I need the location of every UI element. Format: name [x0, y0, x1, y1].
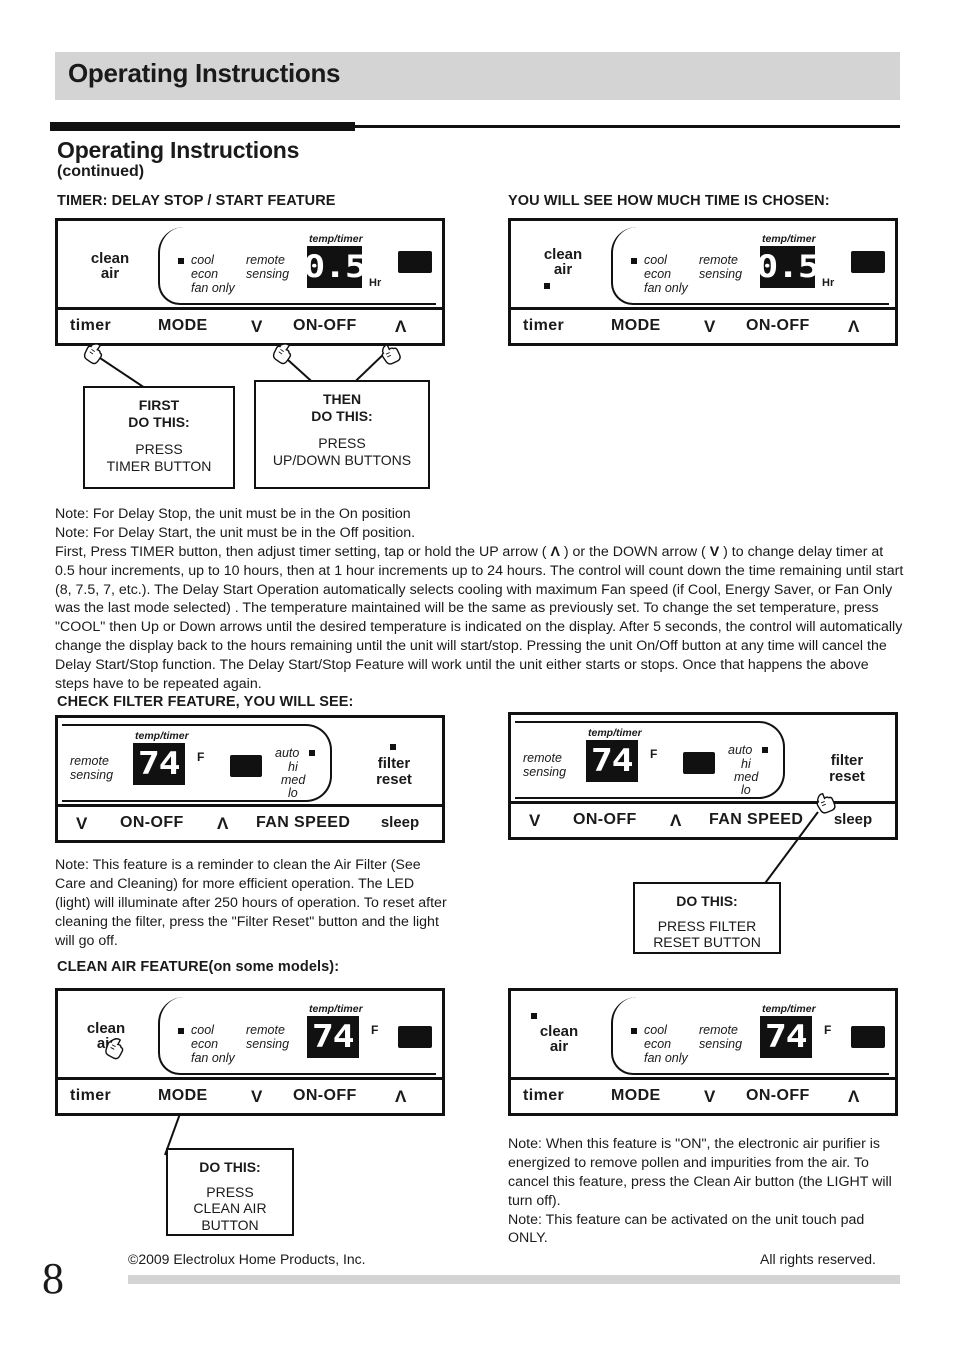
callout-cleanair-body-line2: CLEAN AIR: [193, 1200, 267, 1217]
label-remote: remote: [699, 1023, 738, 1037]
mode-indicator-dot: [631, 1028, 637, 1034]
clean-air-indicator-dot: [531, 1013, 537, 1019]
label-f: F: [824, 1023, 832, 1037]
button-mode[interactable]: MODE: [158, 1087, 208, 1105]
label-sensing: sensing: [246, 1037, 290, 1051]
label-remote: remote: [246, 1023, 285, 1037]
callout-filter-body-line2: RESET BUTTON: [653, 934, 761, 951]
button-down-arrow[interactable]: V: [704, 1087, 715, 1107]
callout-filter-title: DO THIS:: [676, 893, 738, 909]
pointing-hand-icon: [103, 1033, 129, 1063]
label-f: F: [371, 1023, 379, 1037]
footer-bar: [128, 1275, 900, 1284]
callout-filter-reset: DO THIS: PRESS FILTER RESET BUTTON: [633, 882, 781, 954]
callout-cleanair-title: DO THIS:: [199, 1159, 261, 1175]
label-fan-only: fan only: [191, 1051, 235, 1065]
label-econ: econ: [191, 1037, 219, 1051]
filter-note-text: Note: This feature is a reminder to clea…: [55, 857, 447, 949]
label-cool: cool: [191, 1023, 214, 1037]
heading-clean-air: CLEAN AIR FEATURE(on some models):: [57, 959, 340, 975]
indicator-window: [851, 1026, 885, 1048]
indicator-window: [398, 1026, 432, 1048]
mode-indicator-dot: [178, 1028, 184, 1034]
temperature-display: 74: [760, 1016, 812, 1058]
label-fan-only: fan only: [644, 1051, 688, 1065]
button-down-arrow[interactable]: V: [251, 1087, 262, 1107]
button-timer[interactable]: timer: [70, 1087, 111, 1105]
label-air: air: [549, 1038, 569, 1055]
label-temp-timer: temp/timer: [762, 1003, 816, 1015]
label-sensing: sensing: [699, 1037, 743, 1051]
filter-note: Note: This feature is a reminder to clea…: [55, 856, 450, 950]
callout-cleanair-body-line3: BUTTON: [201, 1217, 259, 1234]
label-cool: cool: [644, 1023, 667, 1037]
button-up-arrow[interactable]: Λ: [395, 1087, 406, 1107]
callout-clean-air: DO THIS: PRESS CLEAN AIR BUTTON: [166, 1148, 294, 1236]
page-number: 8: [42, 1254, 64, 1303]
rights-text: All rights reserved.: [760, 1251, 876, 1267]
cleanair-notes-block: Note: When this feature is "ON", the ele…: [508, 1135, 900, 1248]
button-timer[interactable]: timer: [523, 1087, 564, 1105]
button-on-off[interactable]: ON-OFF: [293, 1087, 357, 1105]
button-on-off[interactable]: ON-OFF: [746, 1087, 810, 1105]
copyright-text: ©2009 Electrolux Home Products, Inc.: [128, 1251, 366, 1267]
cleanair-note-1: Note: When this feature is "ON", the ele…: [508, 1136, 892, 1209]
cleanair-note-2: Note: This feature can be activated on t…: [508, 1211, 865, 1247]
button-mode[interactable]: MODE: [611, 1087, 661, 1105]
control-panel-cleanair-right[interactable]: clean air cool econ fan only remote sens…: [508, 988, 898, 1116]
label-econ: econ: [644, 1037, 672, 1051]
callout-cleanair-body-line1: PRESS: [206, 1183, 254, 1200]
label-temp-timer: temp/timer: [309, 1003, 363, 1015]
callout-filter-body-line1: PRESS FILTER: [657, 917, 757, 934]
button-up-arrow[interactable]: Λ: [848, 1087, 859, 1107]
temperature-display: 74: [307, 1016, 359, 1058]
